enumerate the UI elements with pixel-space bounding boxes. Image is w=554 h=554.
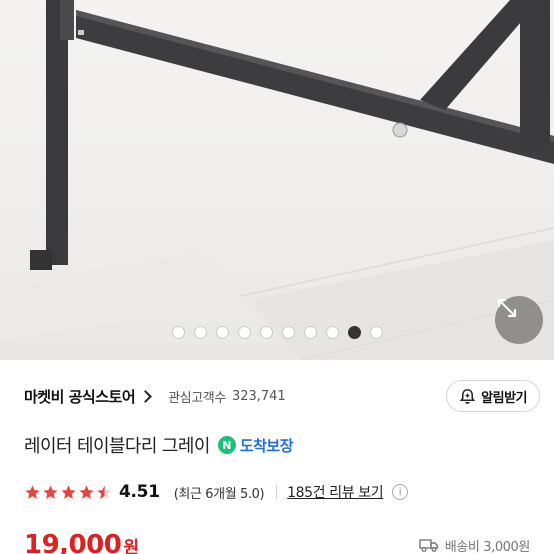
carousel-dot[interactable] <box>325 326 339 339</box>
truck-icon <box>419 539 438 552</box>
bell-plus-icon <box>460 388 476 404</box>
expand-image-button[interactable] <box>495 296 543 344</box>
carousel-dot[interactable] <box>237 326 251 339</box>
star-icon <box>79 484 94 499</box>
rating-row: 4.51 (최근 6개월 5.0) 185건 리뷰 보기 i <box>24 482 540 502</box>
notify-button[interactable]: 알림받기 <box>446 380 540 412</box>
price-amount: 19,000 <box>24 530 122 554</box>
badge-text: 도착보장 <box>239 436 294 455</box>
chevron-right-icon[interactable] <box>139 389 152 403</box>
carousel-dot[interactable] <box>369 326 383 339</box>
star-icon <box>43 484 58 499</box>
star-rating <box>24 484 113 501</box>
shipping-text: 배송비 3,000원 <box>444 539 531 554</box>
notify-label: 알림받기 <box>481 390 527 406</box>
star-icon <box>61 484 76 499</box>
carousel-dot[interactable] <box>171 326 185 339</box>
carousel-dot[interactable] <box>347 326 361 339</box>
recent-rating: (최근 6개월 5.0) <box>173 486 265 502</box>
star-icon <box>97 484 112 499</box>
followers-count: 323,741 <box>231 388 286 404</box>
naver-n-icon: N <box>217 436 236 454</box>
price-row: 19,000 원 배송비 3,000원 <box>24 530 530 554</box>
divider <box>276 485 278 499</box>
store-name[interactable]: 마켓비 공식스토어 <box>24 386 136 407</box>
followers-label: 관심고객수 <box>168 390 226 406</box>
product-photo <box>0 0 554 360</box>
star-icon <box>25 484 40 499</box>
title-row: 레이터 테이블다리 그레이 N 도착보장 <box>24 432 294 458</box>
carousel-dot[interactable] <box>303 326 317 339</box>
carousel-dot[interactable] <box>281 326 295 339</box>
product-image-carousel[interactable] <box>0 0 554 360</box>
carousel-dot[interactable] <box>193 326 207 339</box>
price-currency: 원 <box>123 538 139 554</box>
delivery-guarantee-badge[interactable]: N 도착보장 <box>217 435 294 456</box>
store-row: 마켓비 공식스토어 관심고객수 323,741 알림받기 <box>24 380 540 412</box>
expand-arrows-icon <box>497 298 517 318</box>
carousel-dot[interactable] <box>215 326 229 339</box>
rating-score: 4.51 <box>119 482 160 502</box>
reviews-link[interactable]: 185건 리뷰 보기 <box>287 482 383 502</box>
product-title: 레이터 테이블다리 그레이 <box>24 436 210 457</box>
shipping-info: 배송비 3,000원 <box>419 536 530 554</box>
carousel-dot[interactable] <box>259 326 273 339</box>
carousel-pagination <box>0 326 554 339</box>
info-icon[interactable]: i <box>392 484 409 500</box>
